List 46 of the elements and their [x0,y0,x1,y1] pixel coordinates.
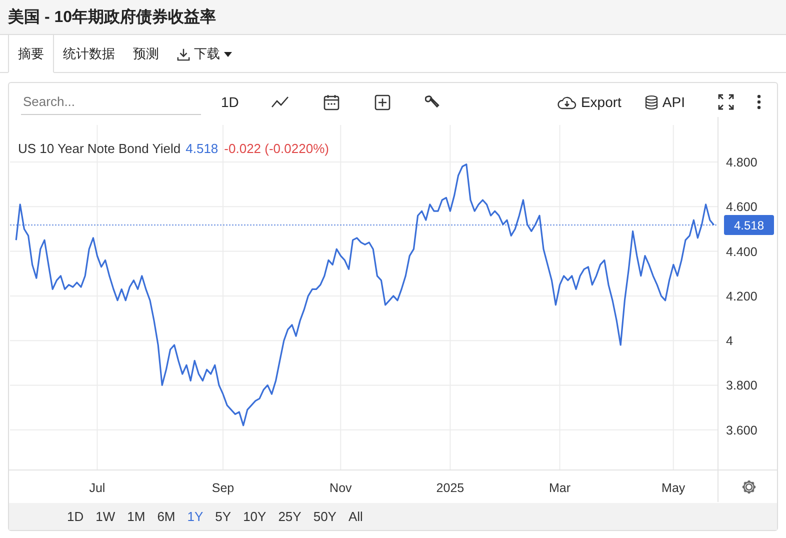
x-axis-label: 2025 [436,481,464,495]
range-button[interactable]: 1D [61,502,90,530]
range-button[interactable]: 1Y [181,502,210,530]
y-axis-label: 3.800 [726,378,758,393]
y-axis-label: 4.400 [726,244,758,259]
fullscreen-icon [717,93,735,111]
calendar-icon [322,94,340,110]
x-axis-label: Mar [549,481,571,495]
plus-square-icon [374,94,391,110]
download-icon [177,48,190,60]
x-axis-label: Jul [89,481,106,495]
y-axis-label: 4.800 [726,156,758,170]
range-button[interactable]: 1W [90,502,122,530]
range-button[interactable]: All [342,502,369,530]
legend-last-value: 4.518 [186,141,218,156]
export-button[interactable]: Export [550,90,628,114]
y-axis-label: 4.200 [726,289,758,304]
page-title: 美国 - 10年期政府债券收益率 [0,0,786,35]
more-icon [757,94,761,110]
x-axis-label: Nov [330,481,352,495]
api-button[interactable]: API [639,90,691,114]
tab[interactable]: 统计数据 [54,35,124,73]
range-button[interactable]: 10Y [237,502,272,530]
legend-series-name: US 10 Year Note Bond Yield [18,141,181,156]
database-icon [645,94,658,110]
y-axis-label: 4.600 [726,200,758,214]
interval-button[interactable]: 1D [215,90,245,114]
y-axis-label: 4 [726,334,733,348]
range-button[interactable]: 50Y [307,502,342,530]
caret-icon [224,52,232,56]
cloud-download-icon [556,94,577,110]
x-axis-label: Sep [212,481,234,495]
settings-icon[interactable] [741,479,757,495]
tab[interactable]: 下载 [168,35,241,73]
price-label: 4.518 [724,214,774,235]
tab[interactable]: 预测 [124,35,168,73]
range-button[interactable]: 6M [151,502,182,530]
legend-change: -0.022 (-0.0220%) [224,141,329,156]
range-button[interactable]: 5Y [209,502,238,530]
range-button[interactable]: 1M [121,502,152,530]
tab[interactable]: 摘要 [8,35,54,73]
range-button[interactable]: 25Y [272,502,308,530]
y-axis-label: 3.600 [726,423,758,438]
wrench-icon [424,94,441,110]
line-chart-icon [270,95,289,109]
x-axis-label: May [662,481,686,495]
